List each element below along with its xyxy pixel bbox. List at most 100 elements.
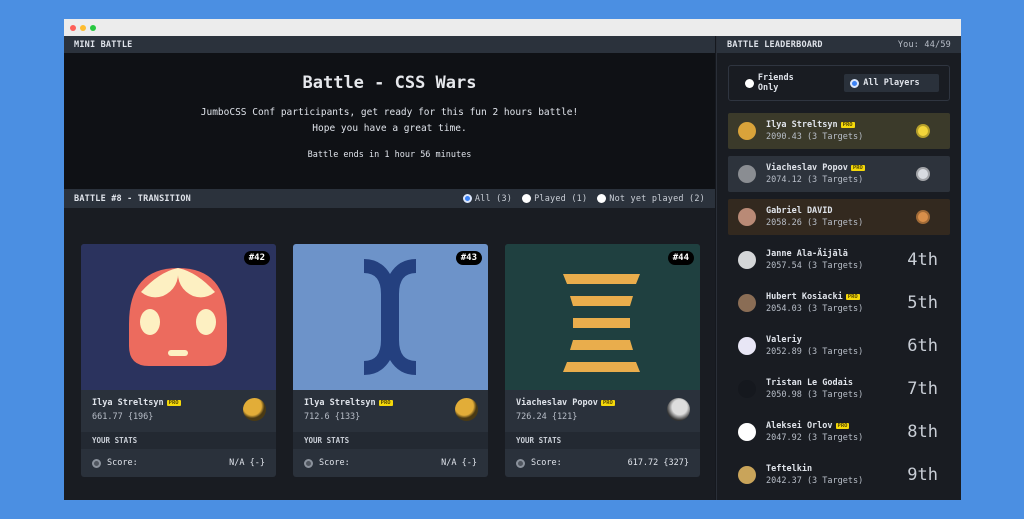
your-score: N/A {-} bbox=[441, 458, 477, 468]
player-name[interactable]: Janne Ala-Äijälä bbox=[766, 249, 848, 259]
pro-badge: PRO bbox=[845, 294, 860, 300]
leaderboard-row[interactable]: Teftelkin 2042.37 (3 Targets) 9th bbox=[728, 457, 950, 493]
radio-icon[interactable] bbox=[597, 194, 607, 203]
your-score-row: Score: N/A {-} bbox=[293, 449, 488, 477]
player-name[interactable]: Viacheslav Popov bbox=[766, 163, 848, 173]
browser-window: MINI BATTLE Battle - CSS Wars JumboCSS C… bbox=[64, 19, 961, 500]
avatar[interactable] bbox=[455, 398, 478, 421]
filter-label: Not yet played (2) bbox=[609, 193, 705, 204]
leaderboard-row[interactable]: Tristan Le Godais 2050.98 (3 Targets) 7t… bbox=[728, 371, 950, 407]
panel-header: MINI BATTLE bbox=[64, 36, 715, 53]
leaderboard-row[interactable]: Viacheslav Popov PRO 2074.12 (3 Targets) bbox=[728, 156, 950, 192]
player-name[interactable]: Teftelkin bbox=[766, 464, 812, 474]
target-card[interactable]: #42 Ilya Streltsyn PRO 661.77 {196} YOUR … bbox=[81, 244, 276, 477]
target-icon bbox=[304, 458, 313, 468]
player-score: 2057.54 (3 Targets) bbox=[766, 261, 864, 271]
gold-medal-icon bbox=[916, 124, 930, 138]
filter-friends-only[interactable]: Friends Only bbox=[739, 69, 824, 97]
your-score: N/A {-} bbox=[229, 458, 265, 468]
leaderboard-list: Ilya Streltsyn PRO 2090.43 (3 Targets) Vi… bbox=[717, 113, 961, 493]
avatar[interactable] bbox=[738, 423, 756, 441]
score-label: Score: bbox=[319, 458, 350, 468]
leaderboard-row[interactable]: Gabriel DAVID 2058.26 (3 Targets) bbox=[728, 199, 950, 235]
author-name[interactable]: Ilya Streltsyn bbox=[92, 398, 164, 408]
card-info: Ilya Streltsyn PRO 712.6 {133} bbox=[293, 390, 488, 432]
target-42-art bbox=[129, 268, 227, 366]
battle-name: BATTLE #8 - TRANSITION bbox=[74, 193, 191, 204]
battle-bar: BATTLE #8 - TRANSITION All (3) Played (1… bbox=[64, 189, 715, 208]
leaderboard-row[interactable]: Ilya Streltsyn PRO 2090.43 (3 Targets) bbox=[728, 113, 950, 149]
avatar[interactable] bbox=[738, 466, 756, 484]
your-rank: You: 44/59 bbox=[897, 39, 951, 50]
radio-icon[interactable] bbox=[745, 78, 754, 88]
rank-label: 8th bbox=[907, 422, 938, 442]
title-bar bbox=[64, 19, 961, 36]
avatar[interactable] bbox=[738, 208, 756, 226]
avatar[interactable] bbox=[243, 398, 266, 421]
leaderboard-row[interactable]: Aleksei Orlov PRO 2047.92 (3 Targets) 8th bbox=[728, 414, 950, 450]
rank-label: 7th bbox=[907, 379, 938, 399]
avatar[interactable] bbox=[738, 337, 756, 355]
player-name[interactable]: Hubert Kosiacki bbox=[766, 292, 843, 302]
pro-badge: PRO bbox=[840, 122, 855, 128]
player-score: 2047.92 (3 Targets) bbox=[766, 433, 864, 443]
pro-badge: PRO bbox=[850, 165, 865, 171]
author-name[interactable]: Ilya Streltsyn bbox=[304, 398, 376, 408]
target-image[interactable]: #42 bbox=[81, 244, 276, 390]
minimize-button[interactable] bbox=[80, 24, 86, 31]
filter-all[interactable]: All (3) bbox=[462, 194, 512, 204]
filter-all-players[interactable]: All Players bbox=[844, 74, 939, 92]
avatar[interactable] bbox=[738, 294, 756, 312]
your-stats-label: YOUR STATS bbox=[293, 432, 488, 449]
target-card[interactable]: #43 Ilya Streltsyn PRO 712.6 {133} YOUR S… bbox=[293, 244, 488, 477]
maximize-button[interactable] bbox=[90, 24, 96, 31]
your-score-row: Score: N/A {-} bbox=[81, 449, 276, 477]
player-score: 2054.03 (3 Targets) bbox=[766, 304, 864, 314]
rank-label: 6th bbox=[907, 336, 938, 356]
rank-label: 9th bbox=[907, 465, 938, 485]
battle-title: Battle - CSS Wars bbox=[302, 73, 477, 93]
target-image[interactable]: #43 bbox=[293, 244, 488, 390]
radio-icon[interactable] bbox=[462, 194, 472, 203]
player-name[interactable]: Gabriel DAVID bbox=[766, 206, 833, 216]
target-filter: All (3) Played (1) Not yet played (2) bbox=[462, 194, 705, 204]
player-name[interactable]: Valeriy bbox=[766, 335, 802, 345]
leaderboard-row[interactable]: Valeriy 2052.89 (3 Targets) 6th bbox=[728, 328, 950, 364]
silver-medal-icon bbox=[916, 167, 930, 181]
target-card[interactable]: #44 Viacheslav Popov PRO 726.24 {121} YOU… bbox=[505, 244, 700, 477]
target-icon bbox=[92, 458, 101, 468]
player-score: 2052.89 (3 Targets) bbox=[766, 347, 864, 357]
filter-label: Friends Only bbox=[757, 73, 794, 93]
target-cards: #42 Ilya Streltsyn PRO 661.77 {196} YOUR … bbox=[81, 244, 700, 477]
avatar[interactable] bbox=[738, 122, 756, 140]
leaderboard-filter: Friends Only All Players bbox=[728, 65, 950, 101]
player-score: 2050.98 (3 Targets) bbox=[766, 390, 864, 400]
target-image[interactable]: #44 bbox=[505, 244, 700, 390]
close-button[interactable] bbox=[70, 24, 76, 31]
filter-label: Played (1) bbox=[534, 193, 588, 204]
avatar[interactable] bbox=[738, 251, 756, 269]
filter-played[interactable]: Played (1) bbox=[522, 194, 587, 204]
leaderboard-row[interactable]: Janne Ala-Äijälä 2057.54 (3 Targets) 4th bbox=[728, 242, 950, 278]
radio-icon[interactable] bbox=[850, 78, 860, 88]
filter-not-played[interactable]: Not yet played (2) bbox=[597, 194, 705, 204]
mini-battle-panel: MINI BATTLE Battle - CSS Wars JumboCSS C… bbox=[64, 36, 715, 500]
avatar[interactable] bbox=[667, 398, 690, 421]
player-score: 2058.26 (3 Targets) bbox=[766, 218, 864, 228]
player-name[interactable]: Ilya Streltsyn bbox=[766, 120, 838, 130]
panel-title: MINI BATTLE bbox=[74, 39, 133, 50]
radio-icon[interactable] bbox=[522, 194, 532, 203]
your-score: 617.72 {327} bbox=[627, 458, 689, 468]
author-name[interactable]: Viacheslav Popov bbox=[516, 398, 598, 408]
avatar[interactable] bbox=[738, 165, 756, 183]
top-score: 712.6 {133} bbox=[304, 412, 361, 422]
avatar[interactable] bbox=[738, 380, 756, 398]
leaderboard-panel: BATTLE LEADERBOARD You: 44/59 Friends Onl… bbox=[716, 36, 961, 500]
player-name[interactable]: Tristan Le Godais bbox=[766, 378, 853, 388]
player-score: 2090.43 (3 Targets) bbox=[766, 132, 864, 142]
leaderboard-row[interactable]: Hubert Kosiacki PRO 2054.03 (3 Targets) 5… bbox=[728, 285, 950, 321]
player-name[interactable]: Aleksei Orlov bbox=[766, 421, 833, 431]
player-score: 2074.12 (3 Targets) bbox=[766, 175, 864, 185]
card-info: Viacheslav Popov PRO 726.24 {121} bbox=[505, 390, 700, 432]
score-label: Score: bbox=[531, 458, 562, 468]
